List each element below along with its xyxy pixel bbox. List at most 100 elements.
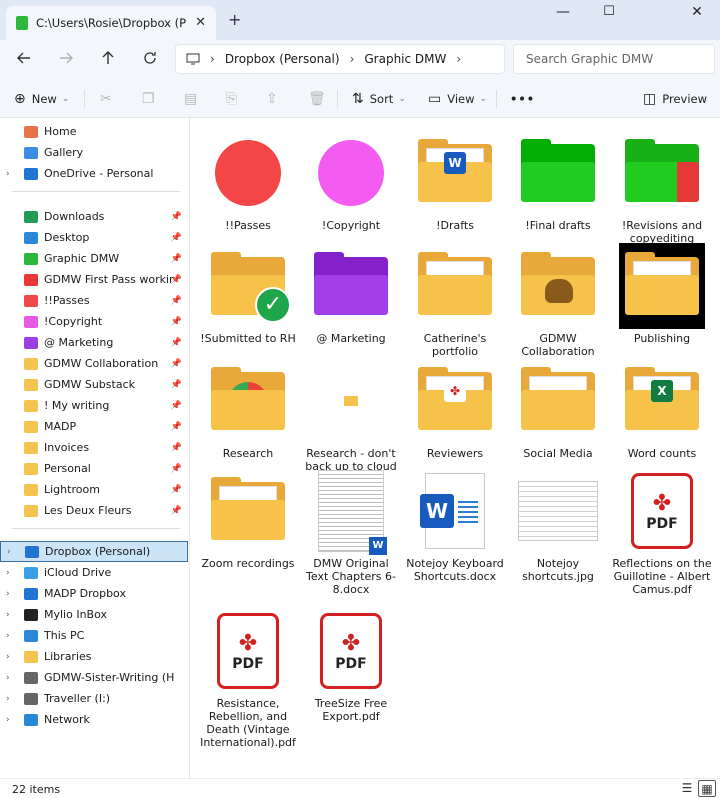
sidebar-item-home[interactable]: Home <box>0 121 188 142</box>
sidebar-item-network[interactable]: › Network <box>0 709 188 730</box>
cut-button[interactable]: ✂ <box>100 89 118 109</box>
file-item-marketing[interactable]: @ Marketing <box>299 243 403 345</box>
file-item-drafts[interactable]: W !Drafts <box>403 130 507 232</box>
sidebar-item-gdmw-substack[interactable]: GDMW Substack 📌 <box>0 374 188 395</box>
sidebar-item-label: ! My writing <box>44 399 110 412</box>
view-button[interactable]: ▭ View ⌄ <box>428 89 487 109</box>
sidebar-item-dropbox-personal[interactable]: › Dropbox (Personal) <box>0 541 188 562</box>
file-item-copyright[interactable]: !Copyright <box>299 130 403 232</box>
copy-button[interactable]: ❐ <box>142 89 161 109</box>
address-bar[interactable]: › Dropbox (Personal) › Graphic DMW › <box>175 44 505 74</box>
pin-icon[interactable]: 📌 <box>171 506 182 516</box>
file-item-treesize-free-export-pdf[interactable]: ✤ PDF TreeSize Free Export.pdf <box>299 608 403 723</box>
pin-icon[interactable]: 📌 <box>171 485 182 495</box>
pin-icon[interactable]: 📌 <box>171 317 182 327</box>
file-item-notejoy-keyboard-shortcuts-docx[interactable]: W Notejoy Keyboard Shortcuts.docx <box>403 468 507 583</box>
file-item-dmw-original-text-chapters-6-8-docx[interactable]: W DMW Original Text Chapters 6-8.docx <box>299 468 403 596</box>
paste-button[interactable]: ▤ <box>184 89 203 109</box>
close-tab-icon[interactable]: ✕ <box>195 15 206 30</box>
search-input[interactable]: Search Graphic DMW <box>513 44 715 74</box>
pin-icon[interactable]: 📌 <box>171 401 182 411</box>
pin-icon[interactable]: 📌 <box>171 296 182 306</box>
sidebar-item-my-writing[interactable]: ! My writing 📌 <box>0 395 188 416</box>
maximize-button[interactable]: ☐ <box>586 4 632 19</box>
pin-icon[interactable]: 📌 <box>171 233 182 243</box>
refresh-button[interactable] <box>136 47 164 73</box>
sidebar-item-les-deux-fleurs[interactable]: Les Deux Fleurs 📌 <box>0 500 188 521</box>
folder-icon <box>625 252 699 315</box>
folder-icon <box>24 483 38 496</box>
file-item-research-don-t-back-up-to-cloud[interactable]: Research - don't back up to cloud <box>299 358 403 473</box>
pin-icon[interactable]: 📌 <box>171 338 182 348</box>
sidebar-item-downloads[interactable]: Downloads 📌 <box>0 206 188 227</box>
back-button[interactable] <box>10 47 38 73</box>
pin-icon[interactable]: 📌 <box>171 443 182 453</box>
file-item-research[interactable]: Research <box>196 358 300 460</box>
sidebar-item-libraries[interactable]: › Libraries <box>0 646 188 667</box>
sidebar-item-traveller-i[interactable]: › Traveller (I:) <box>0 688 188 709</box>
file-item-resistance-rebellion-and-death-vintage-international-pdf[interactable]: ✤ PDF Resistance, Rebellion, and Death (Vi… <box>196 608 300 749</box>
sort-button[interactable]: ⇅ Sort ⌄ <box>352 89 406 109</box>
sidebar-item-invoices[interactable]: Invoices 📌 <box>0 437 188 458</box>
file-item-notejoy-shortcuts-jpg[interactable]: Notejoy shortcuts.jpg <box>506 468 610 583</box>
pin-icon[interactable]: 📌 <box>171 254 182 264</box>
sidebar-item-copyright[interactable]: !Copyright 📌 <box>0 311 188 332</box>
sidebar-item-mylio-inbox[interactable]: › Mylio InBox <box>0 604 188 625</box>
new-button[interactable]: ⊕ New ⌄ <box>14 89 69 109</box>
sidebar-item-desktop[interactable]: Desktop 📌 <box>0 227 188 248</box>
large-icons-view-button[interactable]: ▦ <box>698 780 716 797</box>
sidebar-item-label: Lightroom <box>44 483 100 496</box>
pin-icon[interactable]: 📌 <box>171 380 182 390</box>
pin-icon[interactable]: 📌 <box>171 422 182 432</box>
preview-button[interactable]: ◫ Preview <box>643 89 707 109</box>
rename-button[interactable]: ⎘ <box>226 89 243 109</box>
sidebar-item-gdmw-collaboration[interactable]: GDMW Collaboration 📌 <box>0 353 188 374</box>
forward-button[interactable] <box>52 47 80 73</box>
sidebar-item-madp-dropbox[interactable]: › MADP Dropbox <box>0 583 188 604</box>
sidebar-item-graphic-dmw[interactable]: Graphic DMW 📌 <box>0 248 188 269</box>
folder-icon <box>24 713 38 726</box>
sidebar-item-madp[interactable]: MADP 📌 <box>0 416 188 437</box>
up-button[interactable] <box>94 47 122 73</box>
file-item-passes[interactable]: !!Passes <box>196 130 300 232</box>
pin-icon[interactable]: 📌 <box>171 464 182 474</box>
sidebar-item-gdmw-sister-writing-h[interactable]: › GDMW-Sister-Writing (H:) <box>0 667 188 688</box>
file-item-reflections-on-the-guillotine-albert-camus-pdf[interactable]: ✤ PDF Reflections on the Guillotine - Albe… <box>610 468 714 596</box>
sidebar-item-passes[interactable]: !!Passes 📌 <box>0 290 188 311</box>
file-item-publishing[interactable]: Publishing <box>610 243 714 345</box>
file-item-gdmw-collaboration[interactable]: GDMW Collaboration <box>506 243 610 358</box>
breadcrumb-graphic-dmw[interactable]: Graphic DMW <box>364 52 446 66</box>
sidebar-item-this-pc[interactable]: › This PC <box>0 625 188 646</box>
pin-icon[interactable]: 📌 <box>171 275 182 285</box>
breadcrumb-dropbox[interactable]: Dropbox (Personal) <box>225 52 340 66</box>
pin-icon[interactable]: 📌 <box>171 359 182 369</box>
file-item-revisions-and-copyediting[interactable]: !Revisions and copyediting <box>610 130 714 245</box>
folder-icon <box>24 167 38 180</box>
minimize-button[interactable]: — <box>540 4 586 20</box>
share-button[interactable]: ⇪ <box>266 89 284 109</box>
sidebar-item-icloud-drive[interactable]: › iCloud Drive <box>0 562 188 583</box>
new-tab-button[interactable]: + <box>228 10 241 29</box>
file-item-catherine-s-portfolio[interactable]: Catherine's portfolio <box>403 243 507 358</box>
sidebar-item-lightroom[interactable]: Lightroom 📌 <box>0 479 188 500</box>
delete-button[interactable]: 🗑 <box>308 89 332 109</box>
breadcrumb-separator[interactable]: › <box>456 52 461 66</box>
file-item-final-drafts[interactable]: !Final drafts <box>506 130 610 232</box>
sidebar-item-gallery[interactable]: Gallery <box>0 142 188 163</box>
file-item-submitted-to-rh[interactable]: ✓ !Submitted to RH <box>196 243 300 345</box>
file-item-word-counts[interactable]: X Word counts <box>610 358 714 460</box>
thumbnail: W <box>403 130 507 216</box>
more-options-button[interactable]: ••• <box>510 89 535 109</box>
divider <box>496 90 497 108</box>
details-view-button[interactable]: ☰ <box>678 780 696 797</box>
sidebar-item-onedrive-personal[interactable]: › OneDrive - Personal <box>0 163 188 184</box>
file-item-reviewers[interactable]: ✤ Reviewers <box>403 358 507 460</box>
close-window-button[interactable]: ✕ <box>674 4 720 20</box>
sidebar-item-personal[interactable]: Personal 📌 <box>0 458 188 479</box>
sidebar-item-gdmw-first-pass-working-fol[interactable]: GDMW First Pass working fol📌 <box>0 269 188 290</box>
pin-icon[interactable]: 📌 <box>171 212 182 222</box>
file-item-social-media[interactable]: Social Media <box>506 358 610 460</box>
tab-dropbox[interactable]: C:\Users\Rosie\Dropbox (Personal) ✕ <box>6 6 216 40</box>
file-item-zoom-recordings[interactable]: Zoom recordings <box>196 468 300 570</box>
sidebar-item-marketing[interactable]: @ Marketing 📌 <box>0 332 188 353</box>
